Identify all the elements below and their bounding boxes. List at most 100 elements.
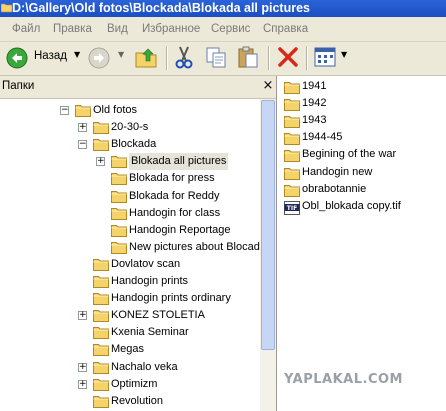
copy-button[interactable] — [204, 45, 228, 71]
up-folder-button[interactable] — [134, 45, 160, 71]
folders-pane-title: Папки — [2, 80, 35, 92]
tree-item[interactable]: Handogin prints — [0, 273, 258, 290]
tree-item[interactable]: Kxenia Seminar — [0, 324, 258, 341]
folder-icon — [1, 3, 12, 13]
menu-help[interactable]: Справка — [263, 23, 308, 35]
tree-item[interactable]: Dovlatov scan — [0, 256, 258, 273]
tree-item-label: Revolution — [111, 394, 163, 407]
tree-item-label: Blokada for Reddy — [129, 189, 220, 202]
tree-item[interactable]: Handogin prints ordinary — [0, 290, 258, 307]
chevron-down-icon[interactable]: ▼ — [118, 50, 124, 59]
chevron-down-icon[interactable]: ▼ — [341, 50, 347, 59]
file-list-item[interactable]: 1944-45 — [284, 130, 444, 147]
file-list-item[interactable]: 1941 — [284, 79, 444, 96]
expand-plus-icon[interactable]: + — [78, 123, 87, 133]
file-list-item-label: 1941 — [302, 80, 327, 92]
copy-icon — [206, 47, 226, 68]
folder-icon — [93, 378, 109, 391]
tree-item-label: New pictures about Blocada — [129, 240, 266, 253]
folder-icon — [284, 184, 300, 200]
tree-item[interactable]: + Nachalo veka — [0, 359, 258, 376]
file-list-item-label: 1942 — [302, 97, 327, 110]
file-list-item[interactable]: 1942 — [284, 96, 444, 113]
toolbar: Назад ▼ ▼ ▼ — [0, 42, 446, 76]
folder-icon — [284, 115, 300, 131]
menu-edit[interactable]: Правка — [53, 23, 92, 35]
paste-icon — [238, 46, 258, 68]
folder-icon — [284, 149, 300, 165]
window-title-bar[interactable]: D:\Gallery\Old fotos\Blockada\Blokada al… — [0, 0, 446, 17]
file-list-item[interactable]: TIF Obl_blokada copy.tif — [284, 199, 444, 216]
tree-item[interactable]: New pictures about Blocada — [0, 239, 266, 256]
tree-item-label: Nachalo veka — [111, 360, 178, 373]
toolbar-separator — [166, 46, 168, 70]
file-list-item[interactable]: Begining of the war — [284, 147, 444, 164]
tree-item[interactable]: − Blockada — [0, 136, 258, 153]
paste-button[interactable] — [236, 45, 260, 71]
tree-item[interactable]: − Old fotos — [0, 102, 258, 119]
menu-view[interactable]: Вид — [107, 23, 128, 35]
delete-x-icon — [278, 47, 298, 67]
cut-button[interactable] — [172, 45, 196, 71]
expand-plus-icon[interactable]: + — [96, 157, 105, 167]
delete-button[interactable] — [276, 45, 300, 71]
scissors-icon — [175, 46, 193, 69]
views-button[interactable]: ▼ — [313, 45, 351, 71]
expand-plus-icon[interactable]: + — [78, 379, 87, 389]
tree-item-label: Blokada for press — [129, 172, 215, 185]
tree-item-label: Blokada all pictures — [129, 153, 229, 171]
tif-file-icon: TIF — [284, 200, 300, 218]
back-arrow-icon — [6, 47, 28, 69]
menu-tools[interactable]: Сервис — [211, 23, 250, 35]
tree-item[interactable]: Revolution — [0, 393, 258, 410]
file-list-item-label: Begining of the war — [302, 148, 397, 161]
folder-icon — [75, 104, 91, 117]
folder-icon — [284, 167, 300, 183]
folder-icon — [93, 138, 109, 152]
collapse-minus-icon[interactable]: − — [60, 106, 69, 115]
forward-button[interactable]: ▼ — [88, 45, 128, 71]
tree-item[interactable]: + Optimizm — [0, 376, 258, 393]
folder-icon — [111, 155, 127, 169]
window-title: D:\Gallery\Old fotos\Blockada\Blokada al… — [12, 1, 310, 15]
tree-item-label: Kxenia Seminar — [111, 326, 189, 339]
tree-item[interactable]: Megas — [0, 341, 258, 358]
tree-item[interactable]: + Blokada all pictures — [0, 153, 258, 171]
scrollbar-thumb[interactable] — [261, 100, 275, 350]
tree-item[interactable]: Blokada for Reddy — [0, 188, 258, 205]
folder-icon — [93, 326, 109, 340]
back-label: Назад — [34, 50, 67, 62]
folder-icon — [93, 258, 109, 271]
close-icon[interactable]: × — [262, 79, 274, 93]
tree-item-label: Optimizm — [111, 377, 158, 390]
file-list-item[interactable]: 1943 — [284, 113, 444, 130]
file-list-item[interactable]: obrabotannie — [284, 182, 444, 199]
toolbar-separator — [306, 46, 308, 70]
folder-icon — [284, 132, 300, 148]
folder-icon — [111, 172, 127, 186]
back-button[interactable]: Назад ▼ — [4, 45, 84, 71]
chevron-down-icon[interactable]: ▼ — [74, 50, 80, 59]
collapse-minus-icon[interactable]: − — [78, 140, 87, 150]
menu-favorites[interactable]: Избранное — [142, 23, 200, 35]
folder-icon — [93, 292, 109, 306]
menu-file[interactable]: Файл — [12, 23, 40, 35]
file-list-item-label: 1944-45 — [302, 131, 343, 144]
folder-icon — [93, 361, 109, 374]
tree-item-label: Dovlatov scan — [111, 257, 181, 270]
svg-text:TIF: TIF — [287, 205, 297, 212]
tree-item[interactable]: +20-30-s — [0, 119, 258, 136]
tree-item[interactable]: Handogin Reportage — [0, 222, 258, 239]
folder-up-icon — [135, 48, 157, 68]
tree-item[interactable]: + KONEZ STOLETIA — [0, 307, 258, 324]
expand-plus-icon[interactable]: + — [78, 362, 87, 372]
folder-icon — [111, 190, 127, 203]
menu-bar: Файл Правка Вид Избранное Сервис Справка — [0, 17, 446, 42]
tree-item[interactable]: Blokada for press — [0, 170, 258, 187]
file-list-item[interactable]: Handogin new — [284, 165, 444, 182]
expand-plus-icon[interactable]: + — [78, 311, 87, 321]
file-list-item-label: Handogin new — [302, 165, 373, 178]
tree-item-label: 20-30-s — [111, 121, 149, 134]
tree-item[interactable]: Handogin for class — [0, 205, 258, 222]
folder-icon — [111, 224, 127, 237]
